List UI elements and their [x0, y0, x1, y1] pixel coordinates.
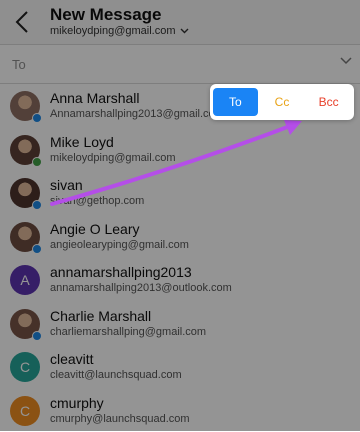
recipient-type-popup: ToCcBcc	[210, 84, 354, 120]
contact-email: Annamarshallping2013@gmail.com	[50, 108, 224, 120]
contact-email: annamarshallping2013@outlook.com	[50, 282, 232, 294]
contact-avatar-initial: C	[10, 352, 40, 382]
to-label: To	[12, 57, 26, 72]
contact-name: Angie O Leary	[50, 221, 140, 237]
page-title: New Message	[50, 5, 162, 25]
contact-name: Charlie Marshall	[50, 308, 151, 324]
chevron-left-icon	[15, 11, 29, 33]
recipient-option-bcc[interactable]: Bcc	[306, 88, 351, 116]
recipient-option-cc[interactable]: Cc	[260, 88, 305, 116]
contact-row[interactable]: Ccmurphy cmurphy@launchsquad.com	[0, 389, 360, 432]
contact-email: mikeloydping@gmail.com	[50, 152, 176, 164]
contact-name: Anna Marshall	[50, 90, 140, 106]
contact-name: cmurphy	[50, 395, 104, 411]
contact-row[interactable]: Mike Loyd mikeloydping@gmail.com	[0, 128, 360, 172]
avatar-initial: C	[20, 359, 30, 375]
contact-name: Mike Loyd	[50, 134, 114, 150]
presence-dot	[32, 200, 42, 210]
contact-email: sivan@gethop.com	[50, 195, 144, 207]
contact-avatar-initial: C	[10, 396, 40, 426]
contact-list: Anna Marshall Annamarshallping2013@gmail.…	[0, 84, 360, 432]
contact-row[interactable]: Angie O Leary angieolearyping@gmail.com	[0, 215, 360, 259]
presence-dot	[32, 113, 42, 123]
avatar-initial: C	[20, 403, 30, 419]
contact-avatar-initial: A	[10, 265, 40, 295]
contact-row[interactable]: Aannamarshallping2013 annamarshallping201…	[0, 258, 360, 302]
contact-email: angieolearyping@gmail.com	[50, 239, 189, 251]
contact-email: cmurphy@launchsquad.com	[50, 413, 190, 425]
chevron-down-icon	[180, 28, 189, 34]
contact-name: cleavitt	[50, 351, 94, 367]
chevron-down-icon[interactable]	[340, 57, 352, 65]
presence-dot	[32, 331, 42, 341]
contact-name: sivan	[50, 177, 83, 193]
contact-name: annamarshallping2013	[50, 264, 192, 280]
presence-dot	[32, 157, 42, 167]
back-button[interactable]	[12, 9, 32, 35]
to-field[interactable]: To	[0, 45, 360, 84]
contact-row[interactable]: Charlie Marshall charliemarshallping@gmai…	[0, 302, 360, 346]
header: New Message mikeloydping@gmail.com	[0, 0, 360, 45]
presence-dot	[32, 244, 42, 254]
contact-email: cleavitt@launchsquad.com	[50, 369, 182, 381]
avatar-initial: A	[20, 272, 29, 288]
contact-row[interactable]: sivan sivan@gethop.com	[0, 171, 360, 215]
recipient-option-to[interactable]: To	[213, 88, 258, 116]
contact-email: charliemarshallping@gmail.com	[50, 326, 206, 338]
contact-row[interactable]: Ccleavitt cleavitt@launchsquad.com	[0, 345, 360, 389]
account-email: mikeloydping@gmail.com	[50, 25, 176, 37]
account-selector[interactable]: mikeloydping@gmail.com	[50, 25, 189, 37]
